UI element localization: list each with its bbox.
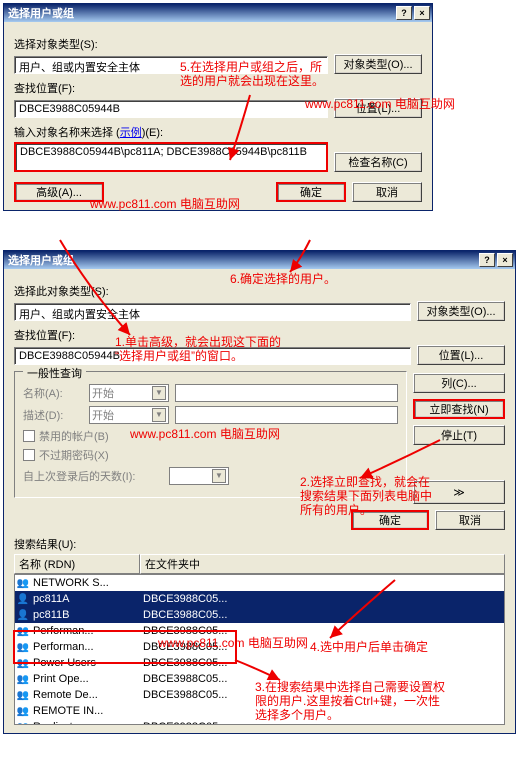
table-row[interactable]: 👥Remote De...DBCE3988C05... bbox=[15, 687, 504, 703]
row-folder: DBCE3988C05... bbox=[141, 673, 504, 685]
help-button-2[interactable]: ? bbox=[479, 253, 495, 267]
user-icon: 👥 bbox=[15, 690, 31, 701]
ok-button-1[interactable]: 确定 bbox=[276, 182, 346, 202]
objtype-field-1: 用户、组或内置安全主体 bbox=[14, 56, 328, 74]
lookin-field-1: DBCE3988C05944B bbox=[14, 100, 328, 118]
titlebar-1: 选择用户或组 ? × bbox=[4, 4, 432, 22]
row-name: NETWORK S... bbox=[31, 577, 141, 589]
objtype-button-2[interactable]: 对象类型(O)... bbox=[417, 301, 505, 321]
findnow-button[interactable]: 立即查找(N) bbox=[413, 399, 505, 419]
row-name: Print Ope... bbox=[31, 673, 141, 685]
name-combo[interactable]: 开始▼ bbox=[89, 384, 169, 402]
chevron-down-icon: ▼ bbox=[152, 386, 166, 400]
lookin-label-1: 查找位置(F): bbox=[14, 80, 422, 96]
objtype-label-1: 选择对象类型(S): bbox=[14, 36, 422, 52]
row-name: Performan... bbox=[31, 625, 141, 637]
row-name: Performan... bbox=[31, 641, 141, 653]
table-row[interactable]: 👥Performan...DBCE3988C05... bbox=[15, 639, 504, 655]
table-row[interactable]: 👤pc811BDBCE3988C05... bbox=[15, 607, 504, 623]
user-icon: 👥 bbox=[15, 626, 31, 637]
name-input[interactable] bbox=[175, 384, 398, 402]
nonexpire-checkbox[interactable]: 不过期密码(X) bbox=[23, 447, 398, 463]
name-label: 名称(A): bbox=[23, 385, 83, 401]
dialog-select-user-top: 选择用户或组 ? × 选择对象类型(S): 用户、组或内置安全主体 对象类型(O… bbox=[3, 3, 433, 211]
lastlogin-label: 自上次登录后的天数(I): bbox=[23, 468, 163, 484]
close-button-1[interactable]: × bbox=[414, 6, 430, 20]
chevron-down-icon: ▼ bbox=[152, 408, 166, 422]
table-row[interactable]: 👥ReplicatorDBCE3988C05... bbox=[15, 719, 504, 725]
example-link[interactable]: 示例 bbox=[120, 127, 142, 139]
cancel-button-2[interactable]: 取消 bbox=[435, 510, 505, 530]
location-button-1[interactable]: 位置(L)... bbox=[334, 98, 422, 118]
columns-button[interactable]: 列(C)... bbox=[413, 373, 505, 393]
row-folder: DBCE3988C05... bbox=[141, 689, 504, 701]
names-input[interactable]: DBCE3988C05944B\pc811A; DBCE3988C05944B\… bbox=[14, 142, 328, 172]
row-name: Replicator bbox=[31, 721, 141, 725]
user-icon: 👥 bbox=[15, 642, 31, 653]
names-label-1: 输入对象名称来选择 (示例)(E): bbox=[14, 124, 422, 140]
advanced-button[interactable]: 高级(A)... bbox=[14, 182, 104, 202]
title-2: 选择用户或组 bbox=[8, 252, 74, 268]
results-label: 搜索结果(U): bbox=[14, 536, 505, 552]
objtype-label-2: 选择此对象类型(S): bbox=[14, 283, 505, 299]
row-name: REMOTE IN... bbox=[31, 705, 141, 717]
table-row[interactable]: 👥Power UsersDBCE3988C05... bbox=[15, 655, 504, 671]
location-button-2[interactable]: 位置(L)... bbox=[417, 345, 505, 365]
objtype-field-2: 用户、组或内置安全主体 bbox=[14, 303, 411, 321]
user-icon: 👥 bbox=[15, 722, 31, 726]
lastlogin-combo[interactable]: ▼ bbox=[169, 467, 229, 485]
user-icon: 👥 bbox=[15, 674, 31, 685]
title-1: 选择用户或组 bbox=[8, 5, 74, 21]
cancel-button-1[interactable]: 取消 bbox=[352, 182, 422, 202]
close-button-2[interactable]: × bbox=[497, 253, 513, 267]
col-folder[interactable]: 在文件夹中 bbox=[140, 554, 505, 574]
stop-button[interactable]: 停止(T) bbox=[413, 425, 505, 445]
checknames-button[interactable]: 检查名称(C) bbox=[334, 152, 422, 172]
extra-button[interactable]: ≫ bbox=[413, 480, 505, 504]
table-row[interactable]: 👥Print Ope...DBCE3988C05... bbox=[15, 671, 504, 687]
row-folder: DBCE3988C05... bbox=[141, 721, 504, 725]
lookin-label-2: 查找位置(F): bbox=[14, 327, 505, 343]
row-folder: DBCE3988C05... bbox=[141, 625, 504, 637]
row-name: Remote De... bbox=[31, 689, 141, 701]
results-list[interactable]: 名称 (RDN) 在文件夹中 👥NETWORK S...👤pc811ADBCE3… bbox=[14, 554, 505, 725]
chevron-down-icon: ▼ bbox=[212, 469, 226, 483]
user-icon: 👥 bbox=[15, 578, 31, 589]
help-button-1[interactable]: ? bbox=[396, 6, 412, 20]
user-icon: 👤 bbox=[15, 610, 31, 621]
row-name: Power Users bbox=[31, 657, 141, 669]
row-folder: DBCE3988C05... bbox=[141, 609, 504, 621]
objtype-button-1[interactable]: 对象类型(O)... bbox=[334, 54, 422, 74]
titlebar-2: 选择用户或组 ? × bbox=[4, 251, 515, 269]
col-name[interactable]: 名称 (RDN) bbox=[14, 554, 140, 574]
row-folder: DBCE3988C05... bbox=[141, 657, 504, 669]
ok-button-2[interactable]: 确定 bbox=[351, 510, 429, 530]
row-folder: DBCE3988C05... bbox=[141, 641, 504, 653]
row-name: pc811B bbox=[31, 609, 141, 621]
row-folder: DBCE3988C05... bbox=[141, 593, 504, 605]
dialog-select-user-advanced: 选择用户或组 ? × 选择此对象类型(S): 用户、组或内置安全主体 对象类型(… bbox=[3, 250, 516, 734]
table-row[interactable]: 👥Performan...DBCE3988C05... bbox=[15, 623, 504, 639]
table-row[interactable]: 👤pc811ADBCE3988C05... bbox=[15, 591, 504, 607]
table-row[interactable]: 👥REMOTE IN... bbox=[15, 703, 504, 719]
results-header: 名称 (RDN) 在文件夹中 bbox=[14, 554, 505, 575]
desc-combo[interactable]: 开始▼ bbox=[89, 406, 169, 424]
desc-input[interactable] bbox=[175, 406, 398, 424]
table-row[interactable]: 👥NETWORK S... bbox=[15, 575, 504, 591]
user-icon: 👤 bbox=[15, 594, 31, 605]
lookin-field-2: DBCE3988C05944B bbox=[14, 347, 411, 365]
user-icon: 👥 bbox=[15, 706, 31, 717]
disabled-accounts-checkbox[interactable]: 禁用的帐户(B) bbox=[23, 428, 398, 444]
desc-label: 描述(D): bbox=[23, 407, 83, 423]
user-icon: 👥 bbox=[15, 658, 31, 669]
row-name: pc811A bbox=[31, 593, 141, 605]
query-group-title: 一般性查询 bbox=[23, 365, 86, 381]
